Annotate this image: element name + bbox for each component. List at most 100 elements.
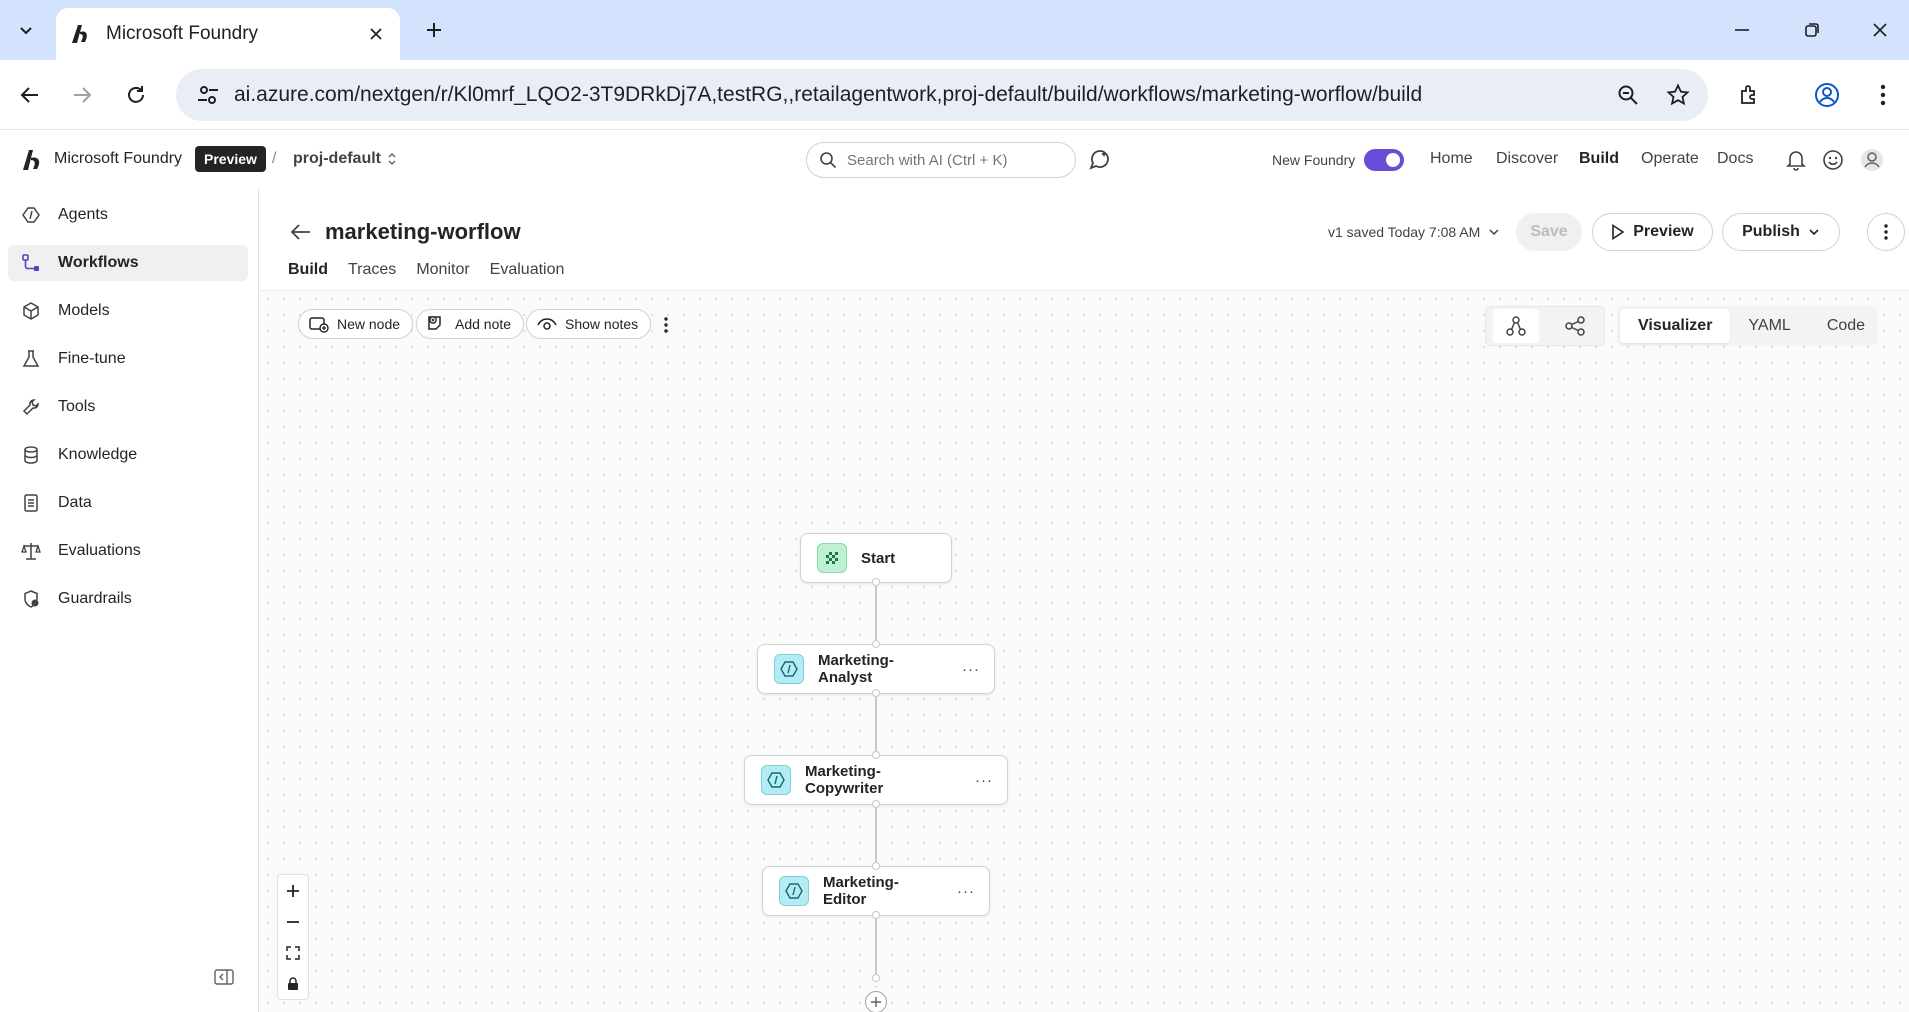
- node-port[interactable]: [872, 911, 880, 919]
- tab-monitor[interactable]: Monitor: [416, 261, 469, 293]
- notifications-bell-icon[interactable]: [1784, 148, 1808, 172]
- more-options-button[interactable]: [1867, 213, 1905, 251]
- back-button[interactable]: [288, 219, 314, 245]
- zoom-controls: [277, 874, 309, 1000]
- show-notes-button[interactable]: Show notes: [526, 309, 652, 339]
- sidebar-item-agents[interactable]: Agents: [8, 197, 248, 233]
- collapse-sidebar-icon[interactable]: [212, 965, 236, 989]
- nav-operate[interactable]: Operate: [1641, 150, 1699, 168]
- view-visualizer[interactable]: Visualizer: [1620, 309, 1731, 343]
- workflows-icon: [20, 252, 42, 274]
- url-text[interactable]: ai.azure.com/nextgen/r/Kl0mrf_LQO2-3T9DR…: [234, 83, 1608, 107]
- app-header: Microsoft Foundry Preview / proj-default…: [0, 131, 1909, 189]
- canvas-more-icon[interactable]: [656, 313, 676, 337]
- feedback-smiley-icon[interactable]: [1821, 148, 1845, 172]
- search-input[interactable]: [847, 151, 1057, 169]
- fit-view-icon[interactable]: [278, 937, 308, 968]
- arrow-left-icon: [20, 87, 38, 103]
- add-note-label: Add note: [455, 316, 512, 332]
- browser-tab-strip: Microsoft Foundry: [0, 0, 1909, 60]
- tab-search-button[interactable]: [8, 12, 44, 48]
- save-button[interactable]: Save: [1516, 213, 1582, 251]
- brand-name[interactable]: Microsoft Foundry: [54, 150, 182, 168]
- nav-build[interactable]: Build: [1579, 150, 1619, 168]
- tab-build[interactable]: Build: [288, 261, 328, 293]
- tree-layout-icon[interactable]: [1492, 309, 1539, 343]
- sidebar-item-models[interactable]: Models: [8, 293, 248, 329]
- preview-label: Preview: [1633, 223, 1694, 240]
- tab-traces[interactable]: Traces: [348, 261, 396, 293]
- account-avatar-icon[interactable]: [1860, 148, 1884, 172]
- profile-icon[interactable]: [1809, 77, 1845, 113]
- bookmark-star-icon[interactable]: [1658, 75, 1698, 115]
- foundry-logo-icon: [72, 25, 87, 43]
- view-yaml[interactable]: YAML: [1730, 309, 1808, 343]
- node-port[interactable]: [872, 751, 880, 759]
- more-vertical-icon: [1884, 224, 1888, 240]
- new-foundry-toggle[interactable]: [1364, 149, 1404, 171]
- arrow-right-icon: [74, 87, 92, 103]
- browser-tab[interactable]: Microsoft Foundry: [56, 8, 400, 60]
- workflow-canvas[interactable]: New node Add note Show notes Visualizer …: [260, 290, 1909, 1012]
- scale-icon: [20, 540, 42, 562]
- site-info-icon[interactable]: [196, 83, 220, 107]
- preview-button[interactable]: Preview: [1592, 213, 1713, 251]
- restore-button[interactable]: [1794, 14, 1830, 46]
- version-status-dropdown[interactable]: v1 saved Today 7:08 AM: [1328, 224, 1500, 240]
- node-port[interactable]: [872, 578, 880, 586]
- foundry-logo-icon[interactable]: [20, 148, 44, 172]
- minimize-button[interactable]: [1724, 14, 1760, 46]
- nav-discover[interactable]: Discover: [1496, 150, 1558, 168]
- close-tab-icon[interactable]: [364, 22, 388, 46]
- workflow-node-start[interactable]: Start: [800, 533, 952, 583]
- zoom-icon[interactable]: [1608, 75, 1648, 115]
- project-name: proj-default: [293, 150, 381, 167]
- sidebar-item-tools[interactable]: Tools: [8, 389, 248, 425]
- graph-layout-icon[interactable]: [1552, 309, 1598, 343]
- lock-icon[interactable]: [278, 968, 308, 999]
- reload-button[interactable]: [118, 77, 154, 113]
- workflow-node-marketing-editor[interactable]: Marketing-Editor ···: [762, 866, 990, 916]
- publish-button[interactable]: Publish: [1722, 213, 1840, 251]
- tab-evaluation[interactable]: Evaluation: [490, 261, 565, 293]
- zoom-out-icon[interactable]: [278, 906, 308, 937]
- sidebar-item-knowledge[interactable]: Knowledge: [8, 437, 248, 473]
- sidebar-item-evaluations[interactable]: Evaluations: [8, 533, 248, 569]
- chevron-down-icon: [1489, 229, 1499, 236]
- search-box[interactable]: [806, 142, 1076, 178]
- shield-icon: [20, 588, 42, 610]
- node-more-button[interactable]: ···: [962, 661, 980, 678]
- sidebar-item-guardrails[interactable]: Guardrails: [8, 581, 248, 617]
- address-bar[interactable]: ai.azure.com/nextgen/r/Kl0mrf_LQO2-3T9DR…: [176, 69, 1708, 121]
- workflow-node-marketing-copywriter[interactable]: Marketing-Copywriter ···: [744, 755, 1008, 805]
- node-more-button[interactable]: ···: [957, 883, 975, 900]
- workflow-node-marketing-analyst[interactable]: Marketing-Analyst ···: [757, 644, 995, 694]
- node-port[interactable]: [872, 640, 880, 648]
- extensions-icon[interactable]: [1731, 77, 1767, 113]
- node-port[interactable]: [872, 862, 880, 870]
- back-nav-button[interactable]: [12, 77, 48, 113]
- models-icon: [20, 300, 42, 322]
- project-selector[interactable]: proj-default: [293, 150, 397, 168]
- forward-nav-button[interactable]: [64, 77, 100, 113]
- add-node-plus-icon[interactable]: [865, 991, 887, 1012]
- node-port[interactable]: [872, 974, 880, 982]
- node-port[interactable]: [872, 689, 880, 697]
- sidebar-item-data[interactable]: Data: [8, 485, 248, 521]
- add-note-button[interactable]: Add note: [416, 309, 525, 339]
- sidebar-item-fine-tune[interactable]: Fine-tune: [8, 341, 248, 377]
- zoom-in-icon[interactable]: [278, 875, 308, 906]
- browser-menu-icon[interactable]: [1865, 77, 1901, 113]
- sidebar-item-label: Tools: [58, 398, 96, 415]
- nav-docs[interactable]: Docs: [1717, 150, 1753, 168]
- new-tab-button[interactable]: [418, 14, 450, 46]
- nav-home[interactable]: Home: [1430, 150, 1473, 168]
- ai-chat-icon[interactable]: [1085, 146, 1113, 174]
- sidebar-item-workflows[interactable]: Workflows: [8, 245, 248, 281]
- new-node-button[interactable]: New node: [298, 309, 414, 339]
- close-window-button[interactable]: [1862, 14, 1898, 46]
- view-code[interactable]: Code: [1809, 309, 1883, 343]
- node-more-button[interactable]: ···: [975, 772, 993, 789]
- node-port[interactable]: [872, 800, 880, 808]
- play-icon: [1612, 224, 1625, 240]
